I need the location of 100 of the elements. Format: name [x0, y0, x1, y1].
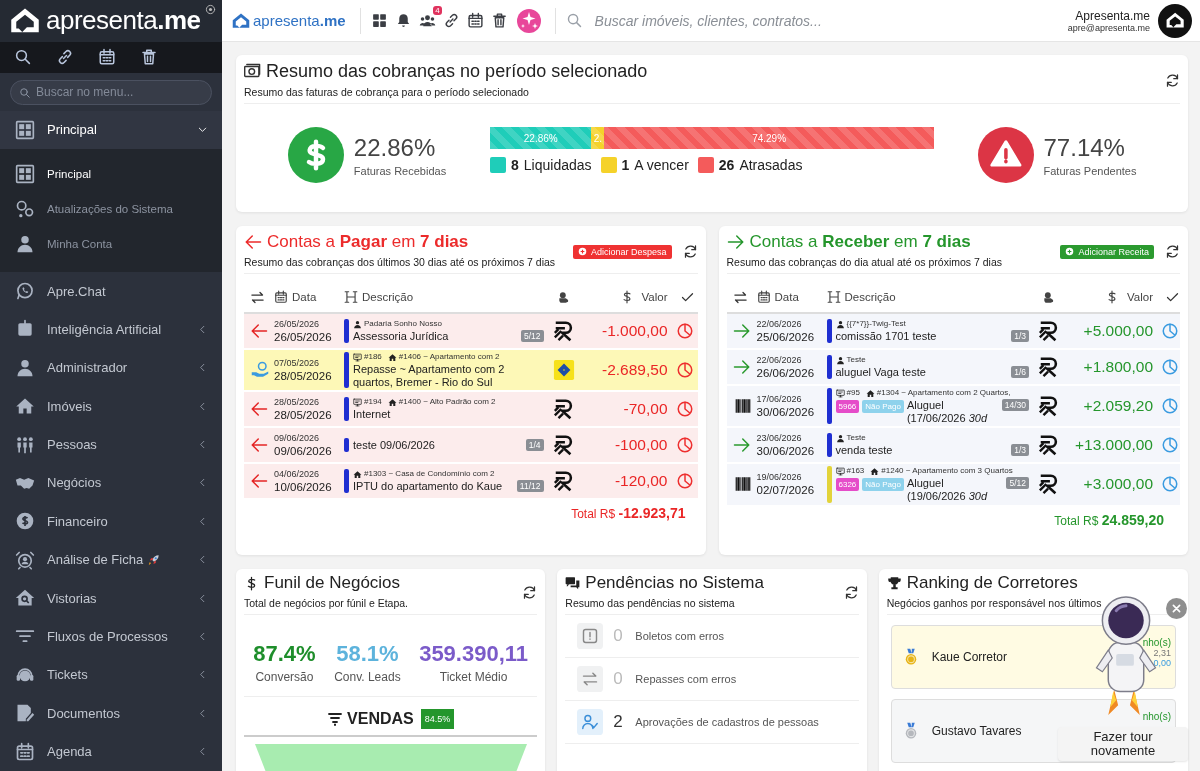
card-title: Funil de Negócios [264, 573, 401, 593]
tag: 5966 [835, 400, 860, 413]
installment-badge: 11/12 [516, 480, 544, 493]
description-text: comissão 1701 teste [835, 330, 937, 343]
due-date: 28/05/2026 [274, 409, 333, 422]
legend-count: 8 [511, 157, 519, 173]
description-text: Assessoria Jurídica [353, 330, 449, 343]
amount-text: +3.000,00 [1082, 475, 1154, 494]
card-title: Contas a Pagar em 7 dias [267, 232, 469, 252]
installment-badge: 1/4 [525, 439, 544, 452]
pending-count: 2 [613, 712, 624, 732]
issue-date: 09/06/2026 [274, 433, 321, 444]
progress-segment: 22.86% [490, 127, 592, 149]
user-name: Apresenta.me [1074, 8, 1150, 23]
issue-date: 04/06/2026 [274, 469, 321, 480]
description-text: teste 09/06/2026 [353, 439, 435, 453]
due-date: 28/05/2026 [274, 370, 333, 383]
pending-count: 0 [613, 626, 624, 646]
legend-label: A vencer [634, 157, 689, 173]
description-text: Aluguel (17/06/2026 30d [906, 399, 988, 425]
progress-segment: 74.29% [604, 127, 934, 149]
progress-segment: 2. [591, 127, 605, 149]
card-subtitle: Total de negócios por fúnil e Etapa. [244, 597, 409, 609]
card-title: Pendências no Sistema [585, 573, 764, 593]
installment-badge: 14/30 [1001, 399, 1029, 411]
stat-label: Faturas Pendentes [1043, 164, 1137, 177]
ranking-stat: 2,31 [1153, 648, 1171, 658]
user-email: apre@apresenta.me [1067, 22, 1150, 33]
due-date: 10/06/2026 [274, 481, 333, 494]
due-date: 02/07/2026 [756, 484, 816, 497]
installment-badge: 5/12 [520, 330, 544, 343]
amount-text: +1.800,00 [1082, 358, 1154, 376]
card-title: Ranking de Corretores [906, 573, 1078, 593]
stage-badge: 84.5% [420, 709, 455, 729]
metric-value: 58.1% [335, 641, 400, 667]
amount-text: -100,00 [613, 436, 669, 455]
due-date: 30/06/2026 [756, 445, 816, 458]
installment-badge: 1/3 [1011, 330, 1029, 343]
amount-text: -70,00 [622, 400, 669, 419]
due-date: 09/06/2026 [274, 445, 333, 458]
ranking-stat: nho(s) [1142, 711, 1171, 722]
due-date: 26/06/2026 [756, 367, 816, 379]
installment-badge: 1/3 [1011, 444, 1029, 457]
amount-text: -120,00 [613, 472, 669, 491]
tag: Não Pago [862, 400, 904, 413]
broker-name: Kaue Corretor [931, 650, 1008, 664]
metric-label: Conversão [254, 670, 315, 684]
amount-text: -2.689,50 [601, 361, 669, 380]
installment-badge: 5/12 [1006, 477, 1029, 490]
total-amount: 24.859,20 [1101, 511, 1164, 528]
pending-count: 0 [613, 669, 624, 689]
metric-value: 359.390,11 [419, 641, 529, 667]
ranking-stat: 0,00 [1153, 658, 1171, 668]
card-title: Contas a Receber em 7 dias [749, 232, 971, 252]
metric-label: Ticket Médio [438, 670, 509, 684]
card-subtitle: Negócios ganhos por responsável nos últimos [886, 597, 1102, 609]
legend-label: Atrasadas [739, 157, 803, 173]
broker-name: Gustavo Tavares [931, 724, 1022, 738]
due-date: 26/05/2026 [274, 331, 333, 343]
metric-value: 87.4% [253, 641, 316, 667]
ranking-stat: nho(s) [1142, 637, 1171, 648]
issue-date: 17/06/2026 [756, 394, 803, 405]
amount-text: +2.059,20 [1082, 397, 1154, 416]
description-text: aluguel Vaga teste [835, 366, 926, 379]
legend-count: 26 [718, 157, 735, 173]
legend-label: Liquidadas [523, 157, 592, 173]
card-title: Resumo das cobranças no período selecionado [266, 61, 648, 82]
description-text: Aluguel (19/06/2026 30d [906, 477, 988, 503]
pending-percent: 77.14% [1043, 133, 1126, 162]
issue-date: 19/06/2026 [756, 472, 803, 483]
description-text: Repasse ~ Apartamento com 2 quartos, Bremer - Rio do Sul [353, 363, 506, 389]
total-label: Total R$ [571, 507, 616, 522]
tag: Não Pago [862, 478, 904, 492]
total-amount: -12.923,71 [618, 505, 686, 522]
installment-badge: 1/6 [1011, 366, 1029, 379]
issue-date: 28/05/2026 [274, 397, 321, 408]
description-text: venda teste [835, 444, 893, 458]
amount-text: +5.000,00 [1082, 322, 1154, 340]
issue-date: 23/06/2026 [756, 433, 803, 444]
total-label: Total R$ [1054, 513, 1099, 528]
amount-text: -1.000,00 [601, 322, 669, 340]
received-percent: 22.86% [353, 133, 437, 162]
card-subtitle: Resumo das pendências no sistema [565, 597, 736, 609]
issue-date: 07/05/2026 [274, 358, 321, 369]
stage-title: VENDAS [347, 710, 414, 728]
card-subtitle: Resumo das cobranças do dia atual até os próximos 7 dias [726, 256, 1002, 268]
due-date: 25/06/2026 [756, 331, 816, 343]
card-subtitle: Resumo das faturas de cobrança para o período selecionado [244, 86, 530, 98]
notification-badge: 4 [433, 6, 442, 15]
description-text: IPTU do apartamento do Kaue [353, 480, 503, 494]
stat-label: Faturas Recebidas [353, 164, 447, 177]
description-text: Internet [353, 408, 391, 422]
amount-text: +13.000,00 [1074, 436, 1154, 455]
issue-date: 22/06/2026 [756, 355, 803, 365]
due-date: 30/06/2026 [756, 406, 816, 419]
tag: 6326 [835, 478, 860, 492]
legend-count: 1 [621, 157, 630, 173]
issue-date: 26/05/2026 [274, 319, 321, 329]
metric-label: Conv. Leads [334, 670, 401, 684]
card-subtitle: Resumo das cobranças dos últimos 30 dias até os próximos 7 dias [244, 256, 556, 268]
